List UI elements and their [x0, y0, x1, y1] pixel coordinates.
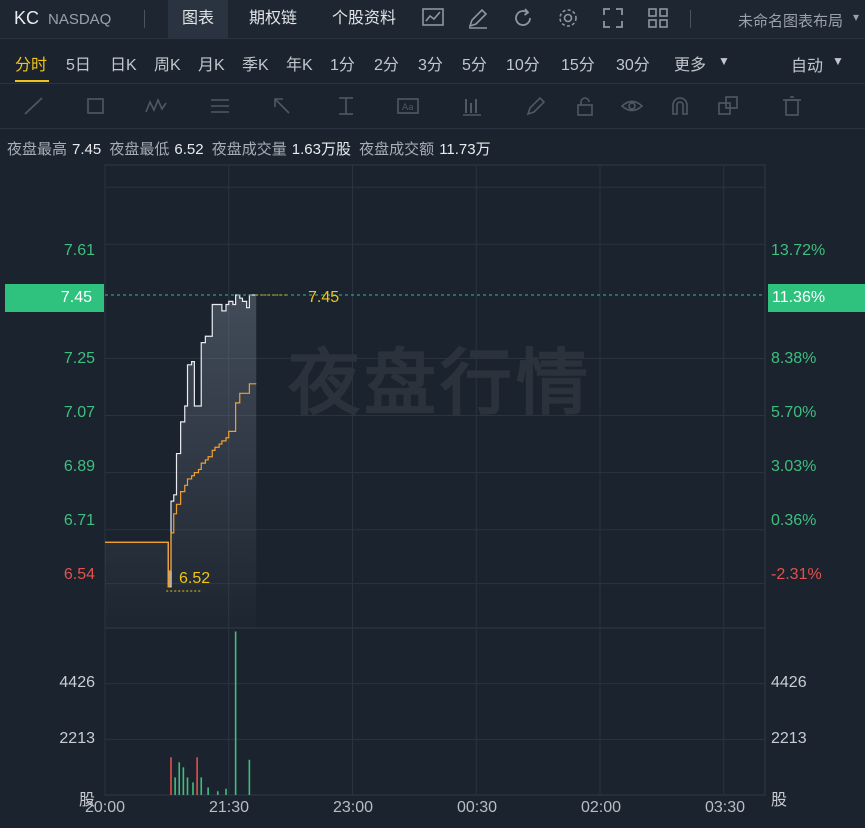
current-percent-tag: 11.36% [768, 284, 865, 312]
current-price-tag: 7.45 [5, 284, 104, 312]
high-marker-label: 7.45 [308, 289, 340, 306]
volume-bar [248, 759, 251, 795]
y-percent-label: 3.03% [771, 458, 817, 475]
volume-bar [196, 757, 198, 795]
volume-tick-label: 2213 [59, 730, 95, 747]
y-percent-label: 5.70% [771, 404, 817, 421]
y-percent-label: 0.36% [771, 512, 817, 529]
volume-bar [200, 777, 203, 795]
x-tick-label: 21:30 [208, 799, 250, 816]
x-tick-label: 20:00 [84, 799, 126, 816]
x-tick-label: 23:00 [332, 799, 374, 816]
volume-bar [216, 791, 219, 795]
volume-unit-label: 股 [771, 792, 788, 809]
y-tick-label: 6.54 [63, 566, 95, 583]
y-percent-label: 8.38% [771, 350, 817, 367]
x-tick-label: 03:30 [704, 799, 746, 816]
volume-bar [170, 757, 172, 795]
x-tick-label: 02:00 [580, 799, 622, 816]
y-tick-label: 6.71 [63, 512, 95, 529]
volume-bar [178, 762, 181, 795]
y-percent-label: 13.72% [771, 242, 826, 259]
current-price-value: 7.45 [60, 289, 92, 306]
y-tick-label: 7.07 [63, 404, 95, 421]
volume-bar [234, 631, 237, 795]
volume-tick-label: 2213 [771, 730, 807, 747]
y-percent-label: -2.31% [771, 566, 822, 583]
y-tick-label: 7.25 [63, 350, 95, 367]
low-marker-label: 6.52 [179, 570, 211, 587]
y-tick-label: 7.61 [63, 242, 95, 259]
volume-bar [192, 782, 194, 795]
x-tick-label: 00:30 [456, 799, 498, 816]
intraday-chart[interactable] [0, 0, 865, 828]
volume-bar [182, 767, 185, 795]
volume-tick-label: 4426 [771, 674, 807, 691]
volume-tick-label: 4426 [59, 674, 95, 691]
volume-bar [186, 777, 189, 795]
y-tick-label: 6.89 [63, 458, 95, 475]
volume-bar [225, 788, 227, 795]
volume-bar [174, 777, 176, 795]
current-percent-value: 11.36% [772, 289, 826, 306]
volume-bar [207, 787, 209, 795]
